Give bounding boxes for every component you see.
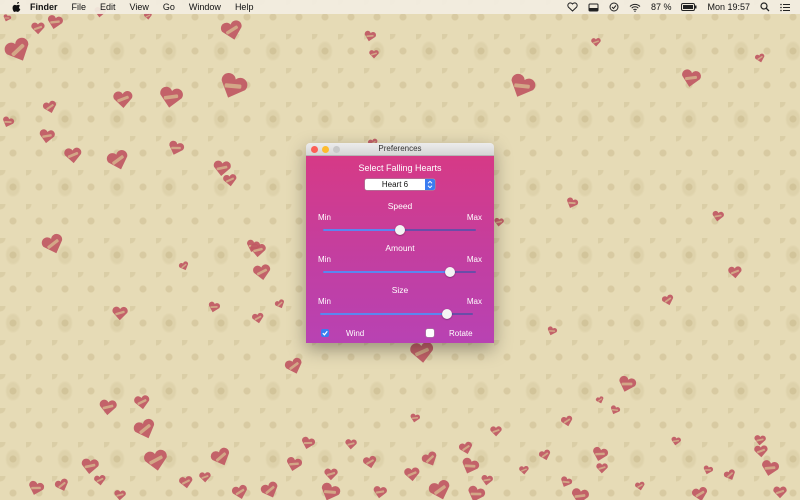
- apple-logo-icon[interactable]: [12, 2, 22, 12]
- chevron-updown-icon: [425, 179, 435, 190]
- heart-style-value: Heart 6: [381, 180, 409, 189]
- size-slider-knob[interactable]: [441, 309, 452, 319]
- size-slider[interactable]: [320, 309, 473, 319]
- list-icon[interactable]: [780, 3, 790, 12]
- amount-label: Amount: [385, 243, 415, 253]
- close-button[interactable]: [311, 146, 318, 153]
- amount-min-label: Min: [318, 255, 331, 264]
- window-title: Preferences: [378, 144, 422, 153]
- preferences-window: Preferences Select Falling Hearts Heart …: [306, 143, 494, 343]
- clock[interactable]: Mon 19:57: [707, 2, 750, 12]
- menu-window[interactable]: Window: [189, 2, 221, 12]
- amount-max-label: Max: [466, 255, 482, 264]
- size-label: Size: [391, 285, 409, 295]
- speed-slider-knob[interactable]: [394, 225, 405, 235]
- wind-checkbox[interactable]: [321, 329, 329, 337]
- speed-max-label: Max: [466, 213, 482, 222]
- menu-view[interactable]: View: [130, 2, 149, 12]
- checkmark-icon: [322, 330, 328, 336]
- preferences-content: Select Falling Hearts Heart 6 Speed Min …: [306, 156, 494, 343]
- menu-edit[interactable]: Edit: [100, 2, 116, 12]
- amount-slider[interactable]: [323, 267, 476, 277]
- size-max-label: Max: [466, 297, 482, 306]
- amount-slider-knob[interactable]: [444, 267, 455, 277]
- battery-percent: 87 %: [650, 2, 672, 12]
- battery-icon[interactable]: [681, 3, 697, 11]
- status-area: 87 % Mon 19:57: [567, 0, 800, 14]
- checkbox-icon[interactable]: [609, 2, 619, 12]
- window-titlebar[interactable]: Preferences: [306, 143, 494, 156]
- menu-file[interactable]: File: [72, 2, 87, 12]
- select-hearts-label: Select Falling Hearts: [358, 163, 442, 173]
- tray-icon[interactable]: [588, 3, 599, 12]
- menu-bar: Finder File Edit View Go Window Help 87 …: [0, 0, 800, 14]
- speed-min-label: Min: [318, 213, 331, 222]
- heart-icon[interactable]: [567, 2, 578, 12]
- minimize-button[interactable]: [322, 146, 329, 153]
- menu-go[interactable]: Go: [163, 2, 175, 12]
- wind-label: Wind: [346, 329, 365, 338]
- size-min-label: Min: [318, 297, 331, 306]
- speed-label: Speed: [387, 201, 413, 211]
- menu-finder[interactable]: Finder: [30, 2, 58, 12]
- heart-style-popup[interactable]: Heart 6: [365, 179, 435, 190]
- menu-help[interactable]: Help: [235, 2, 254, 12]
- wifi-icon[interactable]: [629, 3, 641, 12]
- search-icon[interactable]: [760, 2, 770, 12]
- rotate-checkbox[interactable]: [426, 329, 434, 337]
- zoom-button: [333, 146, 340, 153]
- speed-slider[interactable]: [323, 225, 476, 235]
- rotate-label: Rotate: [449, 329, 473, 338]
